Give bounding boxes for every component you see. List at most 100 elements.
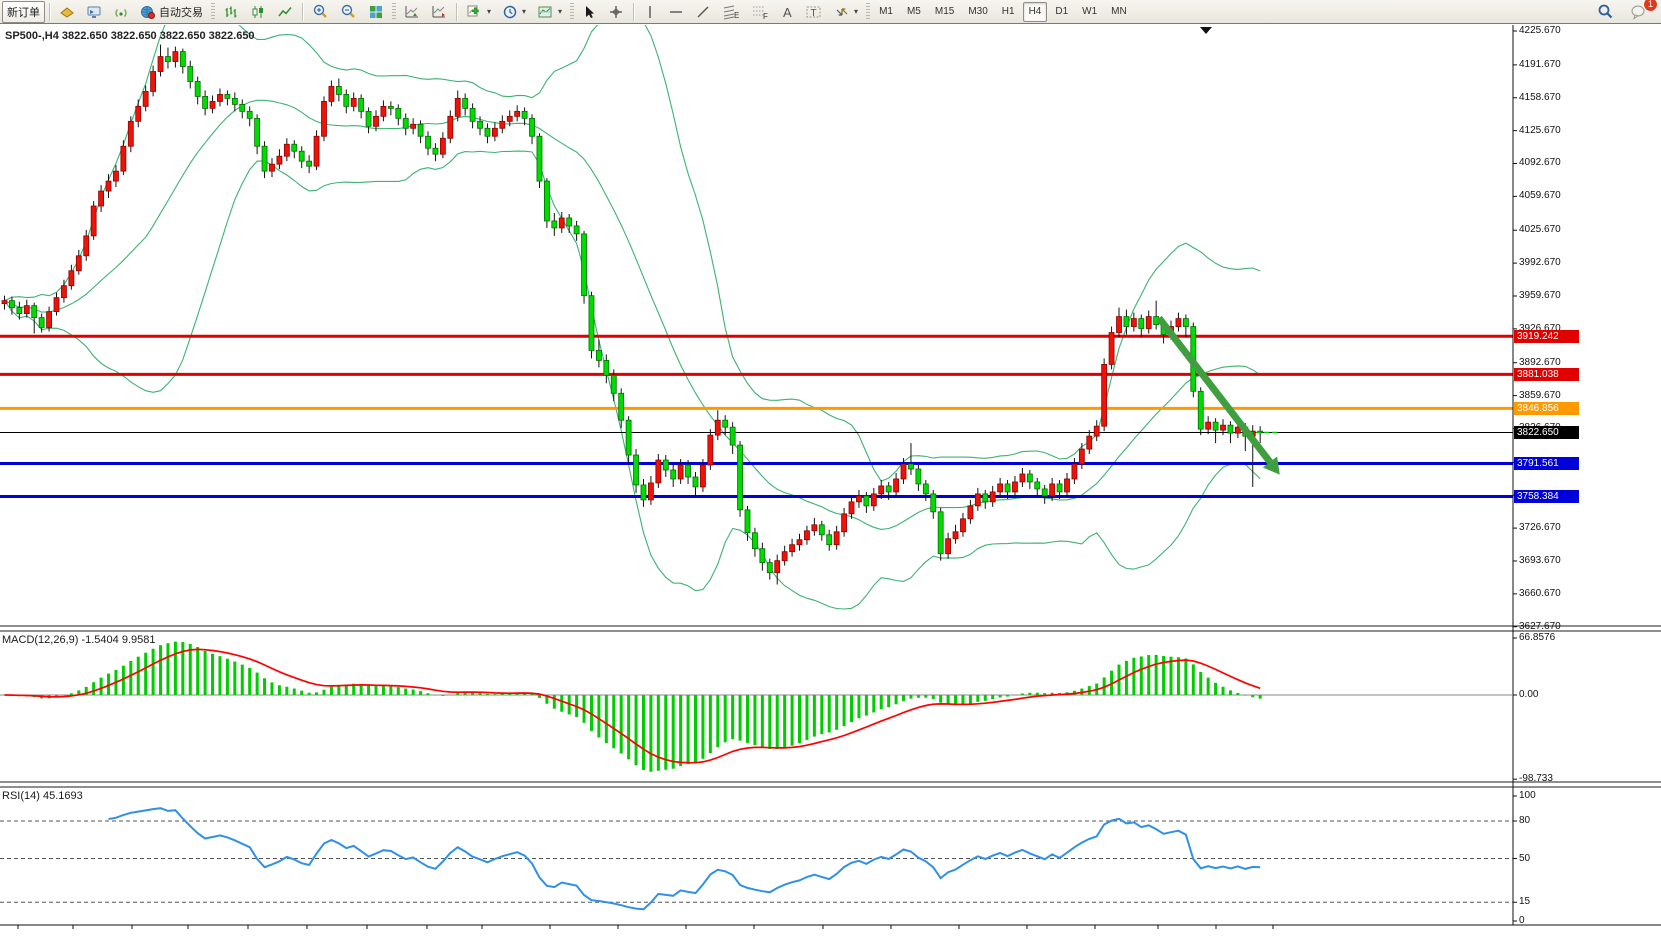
bollinger-band xyxy=(5,151,1261,609)
candle-body xyxy=(76,256,81,271)
candle-body xyxy=(990,492,995,502)
cursor-button[interactable] xyxy=(577,1,602,23)
candle-body xyxy=(188,67,193,82)
chevron-down-icon: ▾ xyxy=(487,7,491,16)
periods-button[interactable]: ▾ xyxy=(497,1,531,23)
toolbar-grip xyxy=(392,3,396,21)
candle-body xyxy=(32,306,37,318)
arrows-button[interactable]: ▾ xyxy=(829,1,863,23)
candle-body xyxy=(775,561,780,573)
toolbar-grip xyxy=(570,3,574,21)
timeframe-m15[interactable]: M15 xyxy=(929,2,960,22)
fibonacci-button[interactable]: E xyxy=(717,1,745,23)
price-tick-label: 3693.670 xyxy=(1519,555,1561,567)
timeframe-d1[interactable]: D1 xyxy=(1049,2,1074,22)
candle-body xyxy=(515,111,520,116)
candle-body xyxy=(1124,317,1129,327)
candle-body xyxy=(1035,482,1040,489)
price-line-badge: 3791.561 xyxy=(1514,457,1579,470)
candle-body xyxy=(916,469,921,484)
channel-button[interactable]: F xyxy=(746,1,774,23)
zoom-in-button[interactable] xyxy=(307,1,334,23)
candle-body xyxy=(849,502,854,514)
candle-body xyxy=(923,484,928,494)
bar-chart-button[interactable] xyxy=(218,1,244,23)
signals-button[interactable] xyxy=(108,1,134,23)
candle-body xyxy=(143,91,148,106)
candle-body xyxy=(879,486,884,494)
candle-body xyxy=(463,98,468,108)
candle-body xyxy=(953,532,958,539)
candle-body xyxy=(1072,464,1077,479)
macd-tick-label: 66.8576 xyxy=(1519,632,1555,644)
candle-body xyxy=(180,52,185,67)
crosshair-button[interactable] xyxy=(603,1,629,23)
candle-body xyxy=(195,81,200,96)
candle-body xyxy=(804,531,809,540)
timeframe-w1[interactable]: W1 xyxy=(1076,2,1103,22)
auto-scroll-button[interactable] xyxy=(399,1,425,23)
svg-text:F: F xyxy=(763,12,768,20)
horizontal-line-button[interactable] xyxy=(663,1,689,23)
chart-shift-button[interactable] xyxy=(426,1,452,23)
toolbar-grip xyxy=(866,3,870,21)
chart-area[interactable]: SP500-,H4 3822.650 3822.650 3822.650 382… xyxy=(0,25,1661,942)
candle-body xyxy=(1087,436,1092,449)
chart-shift-marker[interactable] xyxy=(1200,27,1212,34)
terminal-button[interactable] xyxy=(81,1,107,23)
candle-body xyxy=(455,98,460,116)
candle-body xyxy=(121,146,126,171)
new-chart-button[interactable]: ▾ xyxy=(461,1,496,23)
candle-body xyxy=(255,118,260,146)
toolbar-right: 1 xyxy=(1592,1,1659,23)
candle-body xyxy=(151,72,156,92)
search-button[interactable] xyxy=(1592,1,1619,23)
candle-body xyxy=(269,164,274,171)
candle-body xyxy=(262,146,267,171)
candle-body xyxy=(760,549,765,563)
candle-body xyxy=(478,121,483,128)
chevron-down-icon: ▾ xyxy=(558,7,562,16)
candle-body xyxy=(39,318,44,328)
timeframe-m5[interactable]: M5 xyxy=(901,2,927,22)
candle-body xyxy=(292,144,297,151)
market-watch-button[interactable] xyxy=(54,1,80,23)
candle-body xyxy=(715,420,720,435)
autotrade-button[interactable]: 自动交易 xyxy=(135,1,208,23)
line-chart-button[interactable] xyxy=(272,1,298,23)
vertical-line-button[interactable] xyxy=(638,1,662,23)
candle-body xyxy=(1012,482,1017,492)
candle-body xyxy=(596,350,601,360)
trendline-button[interactable] xyxy=(690,1,716,23)
notifications-button[interactable]: 1 xyxy=(1625,1,1653,23)
candle-body xyxy=(69,271,74,286)
candle-body xyxy=(314,136,319,166)
zoom-out-icon xyxy=(340,3,357,20)
candle-body xyxy=(99,191,104,206)
text-label-button[interactable]: T xyxy=(800,1,828,23)
toolbar: 新订单 自动交易 xyxy=(0,0,1661,24)
templates-button[interactable]: ▾ xyxy=(532,1,567,23)
timeframe-m1[interactable]: M1 xyxy=(873,2,899,22)
timeframe-h4[interactable]: H4 xyxy=(1023,2,1048,22)
new-order-button[interactable]: 新订单 xyxy=(2,1,45,23)
timeframe-m30[interactable]: M30 xyxy=(962,2,993,22)
candle-body xyxy=(1079,449,1084,464)
timeframe-mn[interactable]: MN xyxy=(1105,2,1133,22)
sell-arrow-line[interactable] xyxy=(1159,318,1270,462)
autotrade-label: 自动交易 xyxy=(159,4,203,20)
terminal-icon xyxy=(86,4,102,20)
candlestick-chart-button[interactable] xyxy=(245,1,271,23)
bollinger-band xyxy=(5,25,1261,481)
candle-body xyxy=(812,525,817,531)
chart-canvas[interactable] xyxy=(0,25,1661,942)
tile-windows-button[interactable] xyxy=(363,1,389,23)
zoom-out-button[interactable] xyxy=(335,1,362,23)
line-chart-icon xyxy=(277,4,293,20)
price-line-badge: 3919.242 xyxy=(1514,330,1579,343)
text-button[interactable]: A xyxy=(775,1,799,23)
timeframe-h1[interactable]: H1 xyxy=(996,2,1021,22)
toolbar-separator xyxy=(633,3,634,21)
candle-body xyxy=(671,470,676,479)
candle-body xyxy=(24,306,29,314)
